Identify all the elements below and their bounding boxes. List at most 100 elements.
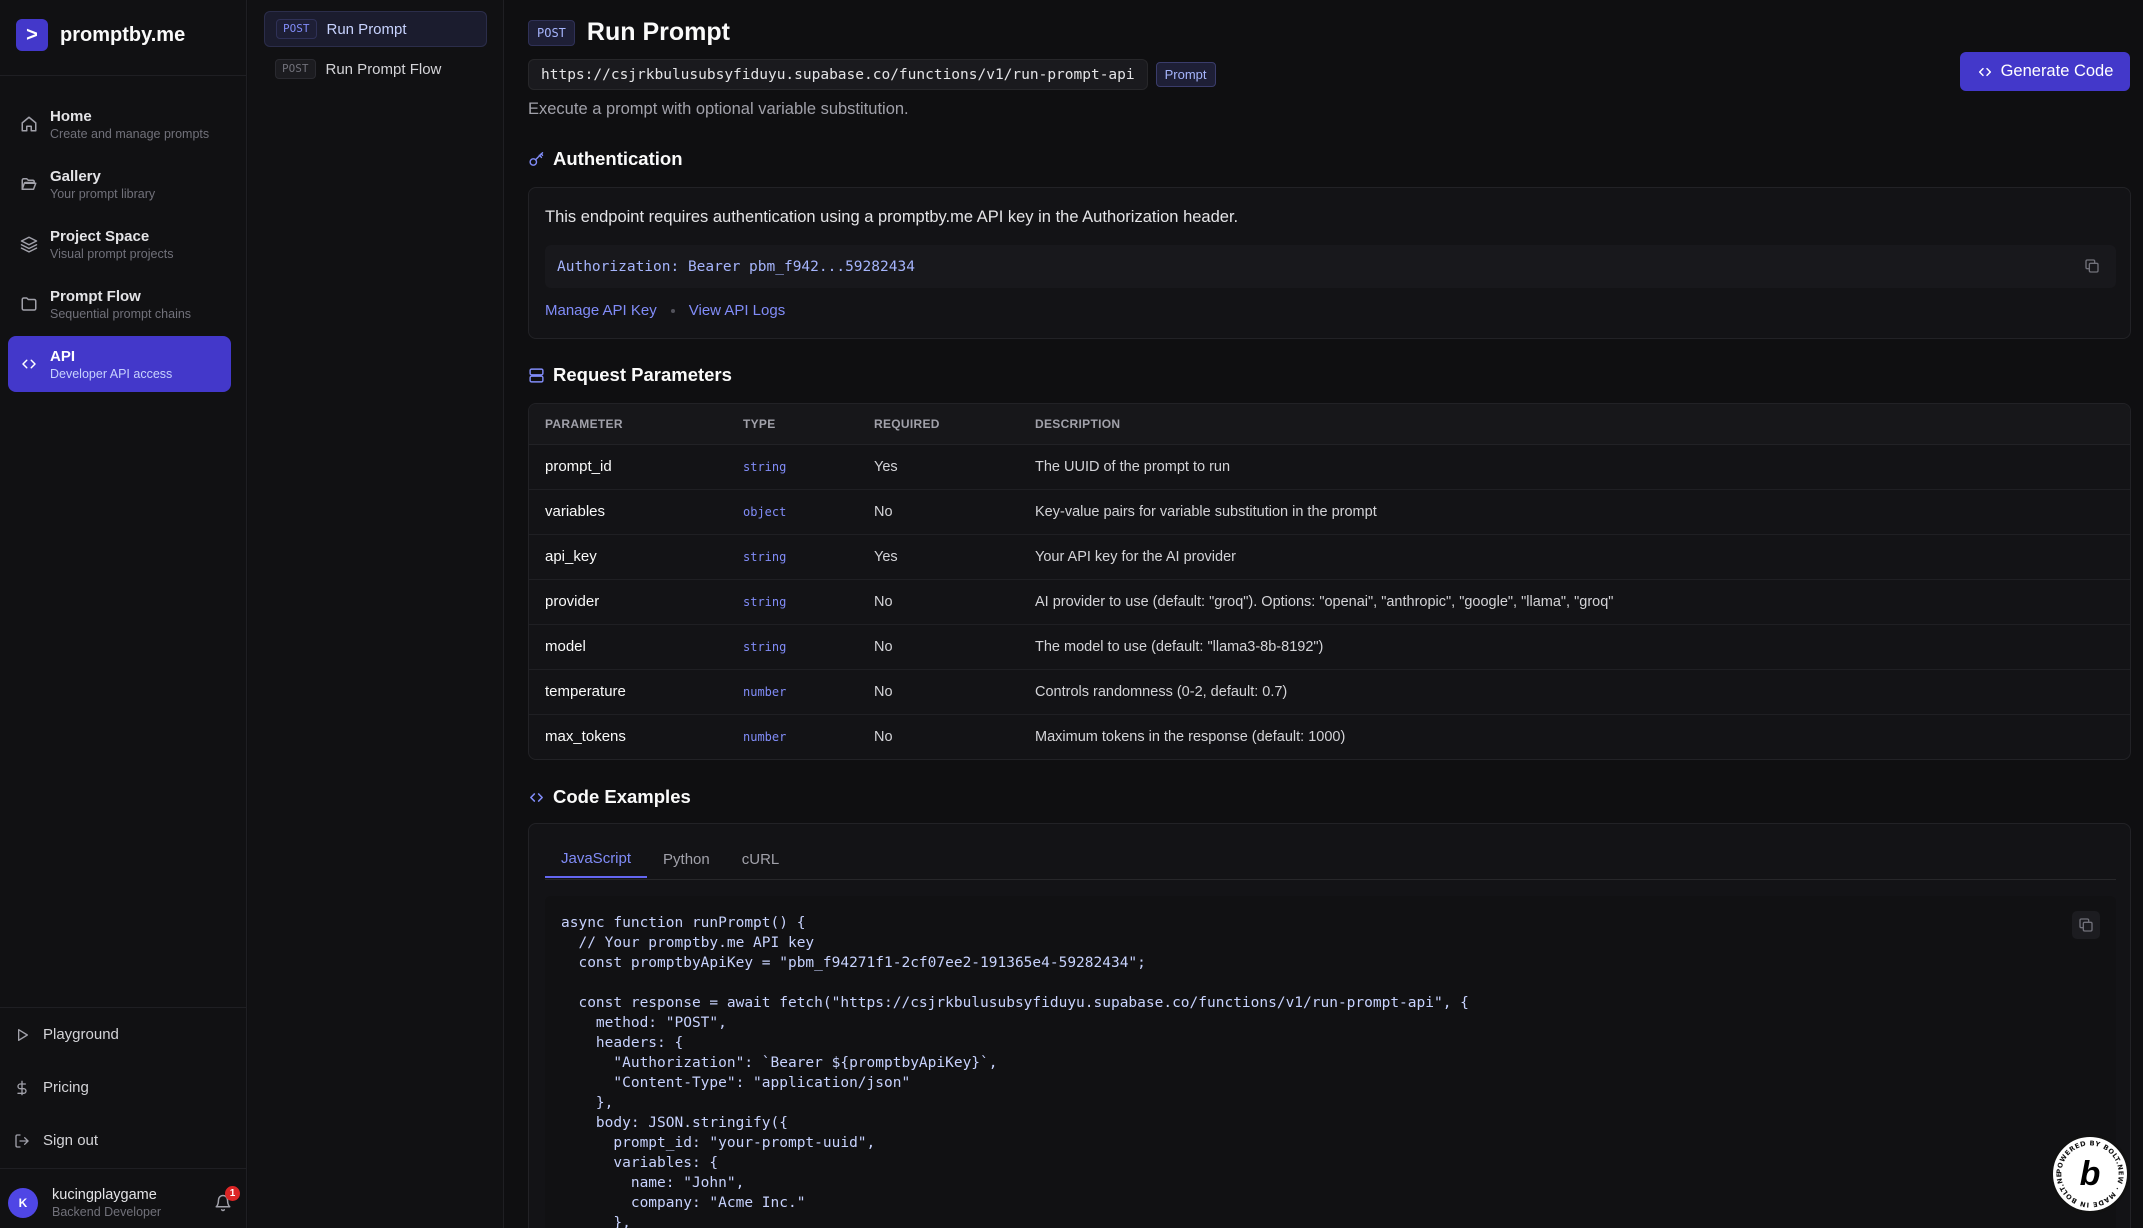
nav-item-prompt-flow[interactable]: Prompt Flow Sequential prompt chains (8, 276, 231, 332)
param-name: model (529, 624, 727, 670)
table-header-row: PARAMETER TYPE REQUIRED DESCRIPTION (529, 404, 2130, 445)
param-name: prompt_id (529, 444, 727, 490)
powered-by-bolt-badge[interactable]: POWERED BY BOLT.NEW · MADE IN BOLT.NEW b (2050, 1134, 2130, 1214)
copy-icon[interactable] (2084, 258, 2100, 274)
nav-item-api[interactable]: API Developer API access (8, 336, 231, 392)
auth-header-example: Authorization: Bearer pbm_f942...5928243… (545, 245, 2116, 288)
tab-python[interactable]: Python (647, 840, 726, 878)
sign-out-icon (15, 1133, 29, 1148)
table-row: model string No The model to use (default: … (529, 624, 2130, 670)
column-header: DESCRIPTION (1019, 404, 2130, 445)
pricing-label: Pricing (43, 1079, 89, 1096)
param-required: No (858, 489, 1019, 535)
table-row: max_tokens number No Maximum tokens in the … (529, 714, 2130, 759)
sign-out-button[interactable]: Sign out (0, 1114, 247, 1167)
param-type: number (743, 729, 787, 744)
examples-section-title: Code Examples (528, 786, 691, 808)
param-type: string (727, 444, 858, 490)
nav-title: Prompt Flow (50, 287, 141, 305)
nav-subtitle: Developer API access (50, 366, 173, 381)
nav-title: Project Space (50, 227, 150, 245)
home-icon (21, 116, 37, 132)
param-type: number (727, 669, 858, 715)
auth-section-title: Authentication (528, 148, 683, 170)
params-card: PARAMETER TYPE REQUIRED DESCRIPTION prom… (528, 403, 2131, 760)
param-description: The model to use (default: "llama3-8b-81… (1019, 624, 2130, 670)
param-required: No (874, 728, 893, 745)
code-icon (22, 359, 36, 369)
param-required: Yes (858, 444, 1019, 490)
key-icon (529, 151, 544, 166)
tab-javascript[interactable]: JavaScript (545, 840, 648, 878)
manage-api-key-link[interactable]: Manage API Key (545, 302, 657, 319)
user-profile[interactable]: K kucingplaygame Backend Developer 1 (8, 1186, 240, 1220)
nav-title: Gallery (50, 167, 101, 185)
column-header: PARAMETER (529, 404, 727, 445)
copy-code-button[interactable] (2072, 911, 2100, 939)
play-icon (17, 1028, 28, 1041)
tab-curl[interactable]: cURL (726, 840, 796, 878)
endpoint-label: Run Prompt Flow (325, 60, 442, 78)
method-tag: POST (528, 19, 575, 46)
code-example: async function runPrompt() { // Your pro… (561, 915, 1469, 1228)
divider (0, 1168, 247, 1169)
method-tag: POST (276, 19, 317, 39)
param-type: object (727, 489, 858, 535)
endpoint-url-row: https://csjrkbulusubsyfiduyu.supabase.co… (528, 59, 1216, 90)
nav-subtitle: Your prompt library (50, 186, 156, 201)
user-name: kucingplaygame (52, 1187, 157, 1203)
nav-subtitle: Create and manage prompts (50, 126, 210, 141)
endpoint-label: Run Prompt (326, 20, 407, 38)
nav-title: Home (50, 107, 92, 125)
playground-link[interactable]: Playground (0, 1008, 247, 1061)
generate-code-button[interactable]: Generate Code (1960, 52, 2130, 91)
endpoint-header: POST Run Prompt (528, 18, 730, 47)
brand[interactable]: > promptby.me (16, 19, 185, 51)
sidebar: > promptby.me Home Create and manage pro… (0, 0, 247, 1228)
column-header: REQUIRED (858, 404, 1019, 445)
pricing-link[interactable]: Pricing (0, 1061, 247, 1114)
endpoint-item-run-prompt[interactable]: POST Run Prompt (264, 11, 487, 47)
section-title-text: Code Examples (553, 786, 691, 807)
param-type: string (727, 624, 858, 670)
examples-card: JavaScript Python cURL async function ru… (528, 823, 2131, 1228)
divider (0, 75, 247, 76)
param-required: No (858, 624, 1019, 670)
view-api-logs-link[interactable]: View API Logs (689, 302, 785, 319)
avatar: K (8, 1188, 38, 1218)
nav-item-home[interactable]: Home Create and manage prompts (8, 96, 231, 152)
playground-label: Playground (43, 1026, 119, 1043)
params-table-body: prompt_id string Yes The UUID of the prompt… (529, 444, 2130, 759)
nav-subtitle: Sequential prompt chains (50, 306, 192, 321)
param-description: Maximum tokens in the response (default:… (1035, 728, 1346, 745)
table-row: variables object No Key-value pairs for var… (529, 489, 2130, 535)
auth-description: This endpoint requires authentication us… (545, 208, 1239, 226)
method-tag: POST (275, 59, 316, 79)
endpoint-list: POST Run Prompt POST Run Prompt Flow (248, 0, 504, 1228)
section-title-text: Authentication (553, 148, 683, 169)
nav-subtitle: Visual prompt projects (50, 246, 174, 261)
endpoint-description: Execute a prompt with optional variable … (528, 100, 909, 118)
badge-ring-text: POWERED BY BOLT.NEW · MADE IN BOLT.NEW (2053, 1137, 2125, 1209)
brand-name: promptby.me (60, 23, 186, 46)
nav-item-project-space[interactable]: Project Space Visual prompt projects (8, 216, 231, 272)
param-required: Yes (858, 534, 1019, 580)
param-required: No (858, 669, 1019, 715)
param-description: Controls randomness (0-2, default: 0.7) (1019, 669, 2130, 715)
separator-dot (670, 308, 675, 313)
column-header: TYPE (727, 404, 858, 445)
param-name: max_tokens (545, 728, 626, 746)
code-icon (1978, 67, 1991, 76)
bottom-nav: Playground Pricing Sign out (0, 1008, 247, 1167)
code-icon (530, 792, 543, 802)
table-row: temperature number No Controls randomness (… (529, 669, 2130, 715)
endpoint-url[interactable]: https://csjrkbulusubsyfiduyu.supabase.co… (528, 59, 1148, 90)
notifications-button[interactable]: 1 (214, 1186, 240, 1212)
nav-item-gallery[interactable]: Gallery Your prompt library (8, 156, 231, 212)
svg-text:POWERED BY BOLT.NEW · MADE IN: POWERED BY BOLT.NEW · MADE IN BOLT.NEW (2053, 1137, 2125, 1209)
param-description: The UUID of the prompt to run (1019, 444, 2130, 490)
table-row: provider string No AI provider to use (defa… (529, 579, 2130, 625)
endpoint-item-run-prompt-flow[interactable]: POST Run Prompt Flow (264, 51, 487, 87)
section-title-text: Request Parameters (553, 364, 732, 385)
params-table: PARAMETER TYPE REQUIRED DESCRIPTION prom… (529, 404, 2130, 759)
